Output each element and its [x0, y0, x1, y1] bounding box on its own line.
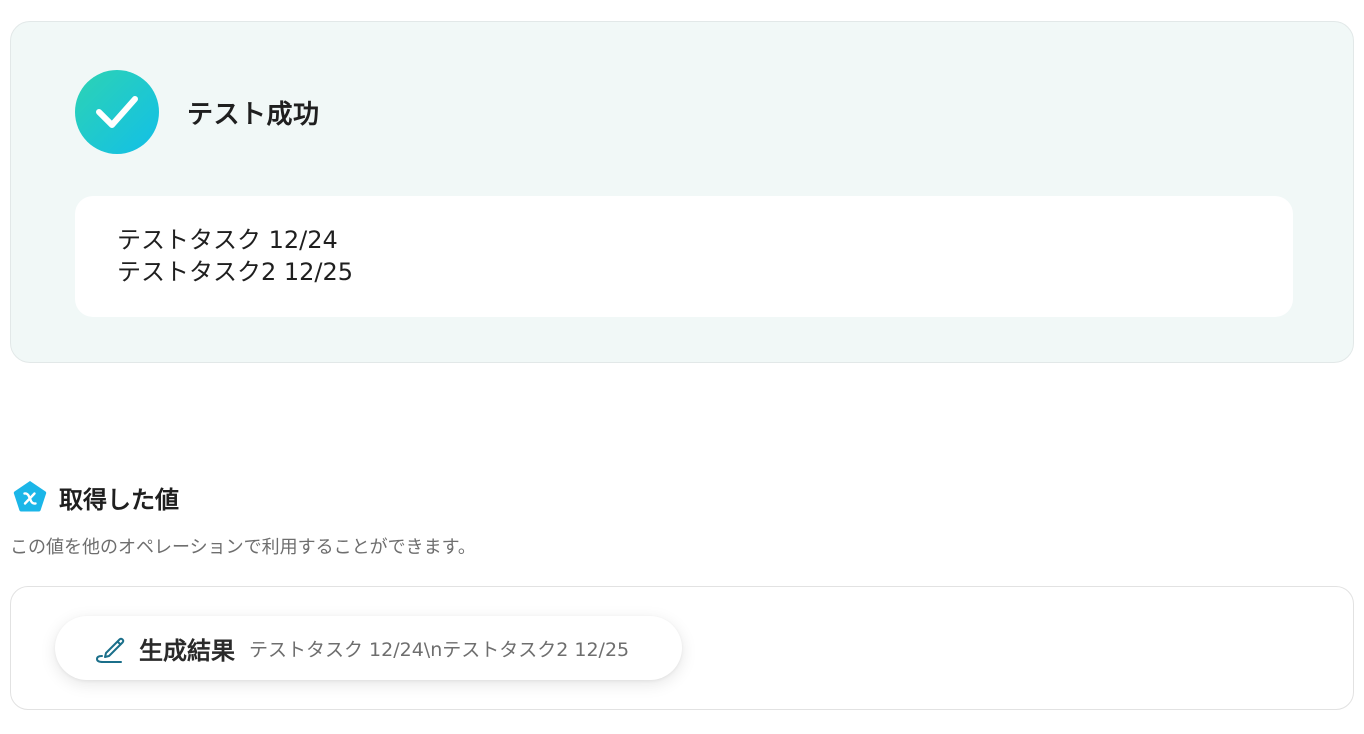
acquired-values-title: 取得した値 [59, 485, 179, 514]
acquired-values-description: この値を他のオペレーションで利用することができます。 [10, 537, 476, 558]
success-check-icon [75, 70, 159, 154]
success-title: テスト成功 [187, 100, 320, 130]
pen-icon [95, 637, 125, 663]
test-result-box: テストタスク 12/24 テストタスク2 12/25 [75, 196, 1293, 317]
result-line: テストタスク2 12/25 [117, 258, 354, 286]
acquired-values-header: 取得した値 [12, 479, 179, 515]
value-chip-value: テストタスク 12/24\nテストタスク2 12/25 [249, 638, 630, 661]
value-chip-generated-result[interactable]: 生成結果 テストタスク 12/24\nテストタスク2 12/25 [55, 616, 682, 680]
value-chip-label: 生成結果 [139, 636, 235, 665]
test-success-panel: テスト成功 テストタスク 12/24 テストタスク2 12/25 [10, 21, 1354, 363]
variable-pentagon-icon [13, 481, 47, 512]
acquired-values-panel: 生成結果 テストタスク 12/24\nテストタスク2 12/25 [10, 586, 1354, 710]
result-line: テストタスク 12/24 [117, 226, 338, 254]
